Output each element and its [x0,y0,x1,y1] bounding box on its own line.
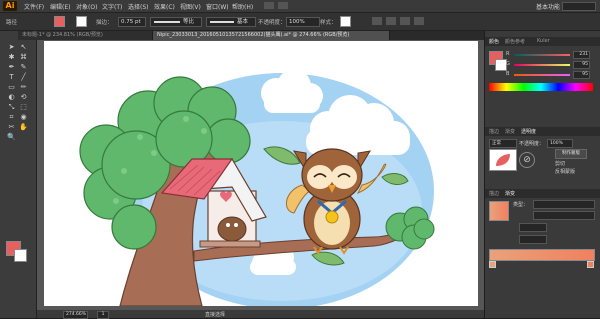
recolor-icon[interactable] [400,17,410,25]
menu-object[interactable]: 对象(O) [76,2,97,11]
opacity-label: 不透明度： [258,20,286,26]
fill-swatch[interactable] [54,16,65,27]
brush-definition[interactable]: 基本 [206,17,256,27]
stroke-color-box[interactable] [14,249,27,262]
transform-icon[interactable] [386,17,396,25]
tools-panel: ➤ ↖ ✱ ⌘ ✒ ✎ T ╱ ▭ ✏ ◐ ⟲ ⤡ ⬚ ⌗ ◉ ✂ ✋ 🔍 [0,31,37,318]
color-spectrum[interactable] [489,83,593,91]
tab-document-2[interactable]: Nipic_23033013_20160510135721566002(猫头鹰)… [153,31,390,40]
arrange-documents-icon[interactable] [278,2,288,9]
red-slider[interactable] [514,54,570,56]
color-panel-tabs: 颜色 颜色参考 Kuler [485,37,600,46]
transparency-panel-tabs: 描边 渐变 透明度 [485,127,600,136]
channel-r-label: R [506,51,510,57]
status-bar: 274.66% 1 直接选择 [37,310,484,319]
menu-help[interactable]: 帮助(H) [232,2,253,11]
menu-type[interactable]: 文字(T) [102,2,122,11]
align-icon[interactable] [372,17,382,25]
stroke-weight-field[interactable]: 0.75 pt [118,17,146,27]
menu-bar: Ai 文件(F) 编辑(E) 对象(O) 文字(T) 选择(S) 效果(C) 视… [0,0,600,13]
control-bar: 路径 描边： 0.75 pt 等比 基本 不透明度： 100% 样式： [0,13,600,31]
no-mask-icon: ⊘ [519,152,535,168]
gradient-type-label: 类型： [513,202,529,208]
brush-tool-icon[interactable]: ✏ [18,83,29,92]
object-thumbnail [489,149,517,171]
gradient-angle-field[interactable] [519,223,547,232]
isolate-icon[interactable] [414,17,424,25]
mesh-tool-icon[interactable]: ⌗ [6,113,17,122]
gradient-stop-start[interactable] [489,261,496,268]
opacity-field[interactable]: 100% [286,17,320,27]
channel-g-label: G [506,61,510,67]
gradient-aspect-field[interactable] [519,235,547,244]
transparency-opacity-label: 不透明度： [519,141,545,147]
app-logo: Ai [3,1,17,11]
menu-file[interactable]: 文件(F) [24,2,44,11]
workspace-switcher[interactable]: 基本功能 [536,2,560,11]
tab-color[interactable]: 颜色 [489,38,499,45]
pen-tool-icon[interactable]: ✒ [6,63,17,72]
stroke-swatch[interactable] [76,16,87,27]
artboard[interactable] [44,41,478,309]
current-tool-label: 直接选择 [205,312,226,318]
menu-window[interactable]: 窗口(W) [206,2,229,11]
blend-mode-dropdown[interactable]: 正常 [489,139,517,148]
style-label: 样式： [320,20,337,26]
pencil-icon[interactable]: ✎ [18,63,29,72]
selection-type-label: 路径 [6,20,18,26]
clip-checkbox[interactable]: 剪切 [555,160,565,167]
channel-b-label: B [506,71,510,77]
selection-tool-icon[interactable]: ➤ [6,43,17,52]
direct-selection-tool-icon[interactable]: ↖ [18,43,29,52]
green-value[interactable]: 95 [573,61,590,69]
type-tool-icon[interactable]: T [6,73,17,82]
blob-brush-icon[interactable]: ◐ [6,93,17,102]
hand-tool-icon[interactable]: ✋ [18,123,29,132]
rotate-tool-icon[interactable]: ⟲ [18,93,29,102]
free-transform-icon[interactable]: ⬚ [18,103,29,112]
gradient-stop-end[interactable] [587,261,594,268]
tab-stroke[interactable]: 描边 [489,128,499,135]
red-value[interactable]: 231 [573,51,590,59]
gradient-stroke-option[interactable] [533,211,595,220]
magic-wand-icon[interactable]: ✱ [6,53,17,62]
blue-value[interactable]: 95 [573,71,590,79]
make-mask-button[interactable]: 制作蒙版 [555,149,587,159]
line-tool-icon[interactable]: ╱ [18,73,29,82]
blue-slider[interactable] [514,74,570,76]
tab-transparency[interactable]: 透明度 [521,128,536,135]
right-panel-column: 颜色 颜色参考 Kuler R 231 G 95 B 95 描边 渐变 透明度 … [485,31,600,318]
zoom-tool-icon[interactable]: 🔍 [6,133,17,142]
gradient-type-dropdown[interactable] [533,200,595,209]
gradient-tool-icon[interactable]: ◉ [18,113,29,122]
variable-width-profile[interactable]: 等比 [150,17,202,27]
menu-view[interactable]: 视图(V) [180,2,201,11]
tab-stroke-2[interactable]: 描边 [489,190,499,197]
lasso-icon[interactable]: ⌘ [18,53,29,62]
scale-tool-icon[interactable]: ⤡ [6,103,17,112]
tab-gradient-2[interactable]: 渐变 [505,190,515,197]
gradient-slider[interactable] [489,249,595,261]
rectangle-tool-icon[interactable]: ▭ [6,83,17,92]
gradient-panel-tabs: 描边 渐变 [485,189,600,198]
menu-edit[interactable]: 编辑(E) [50,2,70,11]
transparency-opacity-field[interactable]: 100% [547,139,573,148]
stroke-label: 描边： [96,20,113,26]
tab-kuler[interactable]: Kuler [537,38,550,44]
document-tabs: 未标题-1* @ 234.81% (RGB/预览) Nipic_23033013… [18,31,484,40]
tab-gradient[interactable]: 渐变 [505,128,515,135]
search-input[interactable] [562,2,596,11]
invert-mask-checkbox[interactable]: 反相蒙版 [555,168,575,175]
owl-illustration[interactable] [44,41,478,309]
menu-select[interactable]: 选择(S) [128,2,149,11]
tab-document-1[interactable]: 未标题-1* @ 234.81% (RGB/预览) [18,31,153,40]
scissors-icon[interactable]: ✂ [6,123,17,132]
bridge-icon[interactable] [264,2,274,9]
menu-effect[interactable]: 效果(C) [154,2,175,11]
green-slider[interactable] [514,64,570,66]
graphic-style-swatch[interactable] [340,16,351,27]
gradient-thumbnail[interactable] [489,201,509,221]
tab-color-guide[interactable]: 颜色参考 [505,38,525,45]
